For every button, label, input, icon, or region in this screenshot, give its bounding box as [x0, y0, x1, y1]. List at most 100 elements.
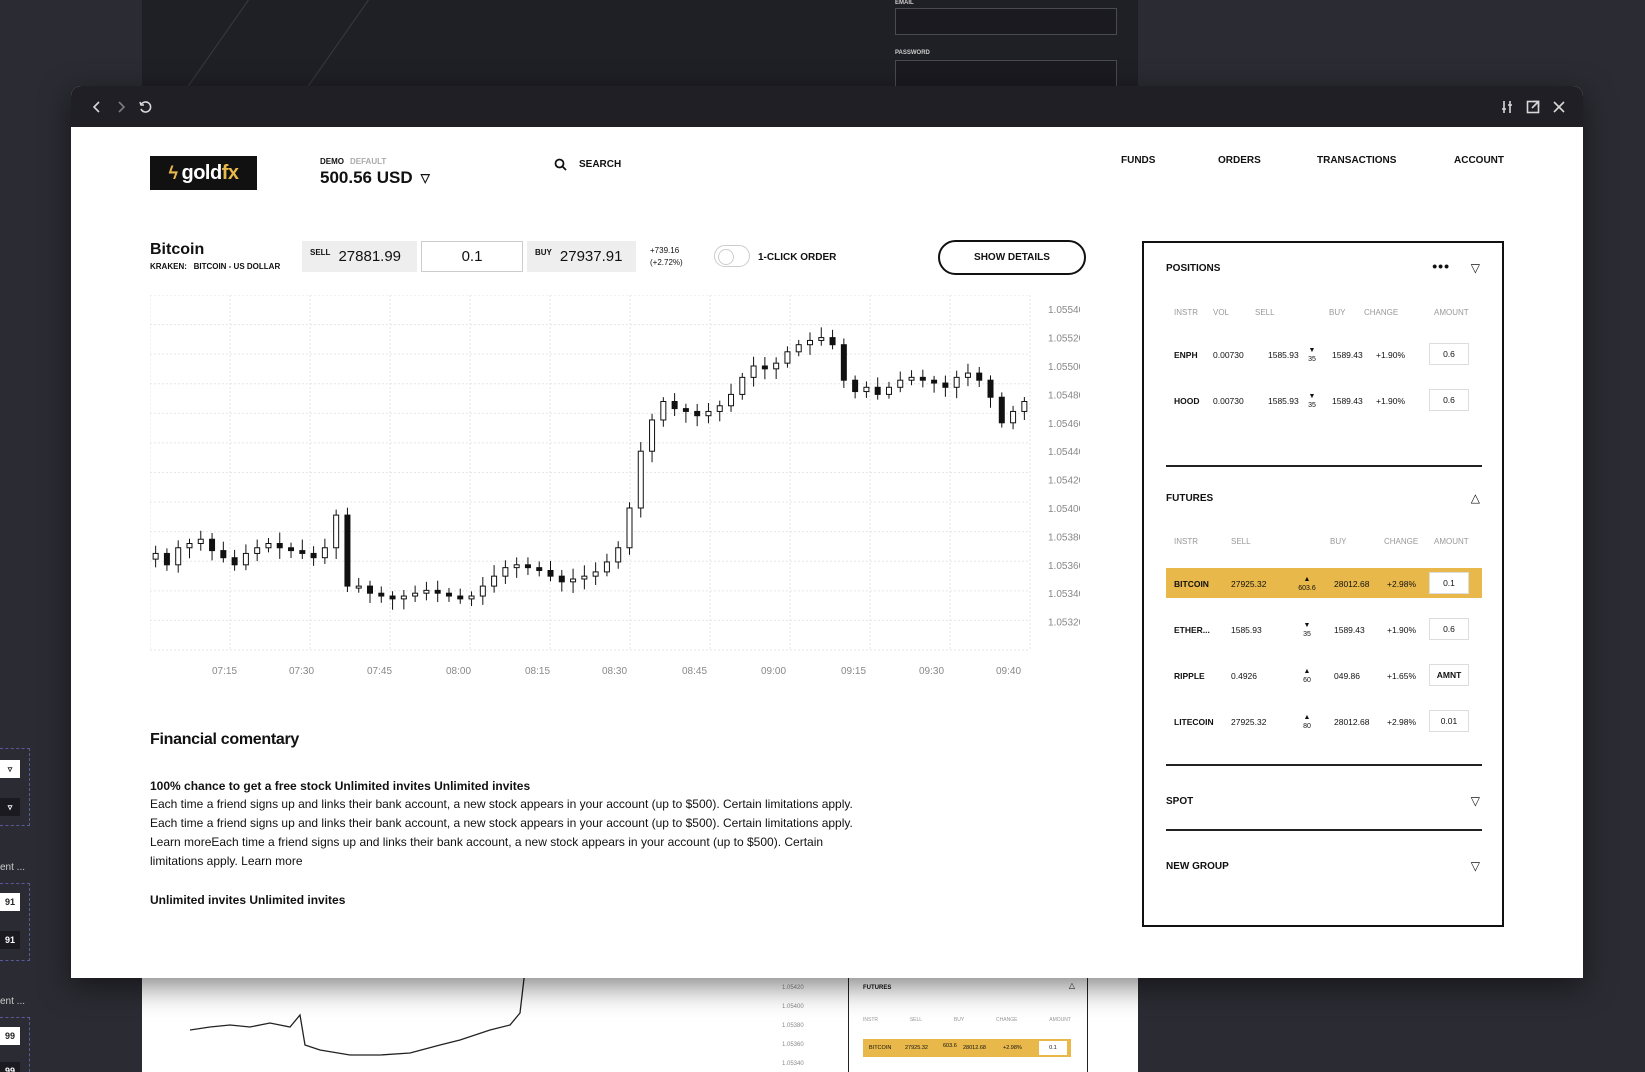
price-chart[interactable]: 1.05540 1.05520 1.05500 1.05480 1.05460 1.054… [150, 295, 1080, 690]
one-click-label: 1-CLICK ORDER [758, 252, 837, 263]
chevron-down-icon[interactable]: ▽ [1471, 794, 1480, 808]
candle-body [479, 585, 486, 597]
candle-body [908, 376, 915, 381]
amount-input[interactable]: 0.1 [1429, 572, 1469, 594]
search-label: SEARCH [579, 158, 622, 170]
candle-body [434, 589, 441, 594]
nav-orders[interactable]: ORDERS [1218, 155, 1261, 166]
new-group-title[interactable]: NEW GROUP [1166, 861, 1229, 872]
spot-title[interactable]: SPOT [1166, 796, 1193, 807]
y-tick-label: 1.05420 [1048, 476, 1080, 487]
candle-body [524, 564, 531, 569]
candle-body [400, 595, 407, 600]
commentary-footer: Unlimited invites Unlimited invites [150, 893, 346, 907]
nav-funds[interactable]: FUNDS [1121, 155, 1155, 166]
close-icon[interactable] [1551, 99, 1567, 115]
open-external-icon[interactable] [1525, 99, 1541, 115]
row-change: +1.90% [1376, 350, 1406, 360]
chevron-up-icon[interactable]: △ [1471, 491, 1480, 505]
candle-body [976, 372, 983, 381]
row-instr: RIPPLE [1174, 671, 1205, 681]
candle-body [728, 393, 735, 407]
account-selector[interactable]: DEMO DEFAULT 500.56 USD ▽ [320, 157, 430, 188]
candle-body [231, 557, 238, 566]
background-dropdown-icon: ▿ [0, 760, 20, 778]
y-tick-label: 1.05480 [1048, 390, 1080, 401]
chevron-down-icon[interactable]: ▽ [1471, 859, 1480, 873]
background-tick: 1.05400 [782, 1004, 804, 1010]
nav-account[interactable]: ACCOUNT [1454, 155, 1504, 166]
arrow-up-icon: ▲ [1303, 576, 1311, 583]
nav-transactions[interactable]: TRANSACTIONS [1317, 155, 1396, 166]
futures-title: FUTURES [1166, 493, 1214, 504]
background-tick: 1.05380 [782, 1023, 804, 1029]
amount-input[interactable]: 0.01 [1429, 710, 1469, 732]
x-tick-label: 07:30 [289, 666, 314, 677]
row-change: +1.90% [1387, 625, 1417, 635]
logo-bolt-icon: ϟ [168, 162, 178, 183]
tab-default[interactable]: DEFAULT [350, 157, 386, 166]
candle-body [254, 547, 261, 554]
candle-body [344, 514, 351, 587]
y-tick-label: 1.05440 [1048, 447, 1080, 458]
chevron-down-icon[interactable]: ▽ [421, 171, 430, 185]
more-icon[interactable]: ••• [1432, 258, 1450, 274]
candle-body [739, 376, 746, 395]
row-sell: 27925.32 [1231, 579, 1267, 589]
candle-body [152, 552, 159, 560]
background-tick: 1.05340 [782, 1061, 804, 1067]
amount-input[interactable]: 0.6 [1429, 389, 1469, 411]
background-password-label: PASSWORD [895, 50, 930, 56]
candle-body [784, 351, 791, 364]
row-vol: 0.00730 [1213, 396, 1244, 406]
amount-input[interactable]: 0.6 [1429, 343, 1469, 365]
reload-icon[interactable] [137, 99, 153, 115]
amount-input[interactable]: AMNT [1429, 664, 1469, 686]
forward-icon[interactable] [113, 99, 129, 115]
row-buy: 28012.68 [1334, 717, 1370, 727]
sell-label: SELL [310, 248, 331, 257]
adjust-icon[interactable] [1499, 99, 1515, 115]
candle-body [175, 547, 182, 566]
show-details-button[interactable]: SHOW DETAILS [938, 240, 1086, 275]
commentary-section: Financial comentary 100% chance to get a… [150, 731, 870, 907]
row-buy: 1589.43 [1332, 350, 1363, 360]
row-direction: ▼ 35 [1302, 392, 1322, 410]
candle-body [998, 396, 1005, 424]
row-spread: 603.6 [1298, 585, 1316, 592]
candle-body [773, 362, 780, 370]
search-bar[interactable]: SEARCH [554, 154, 621, 174]
col-instr: INSTR [1174, 308, 1198, 317]
candle-body [874, 386, 881, 395]
buy-price: 27937.91 [559, 248, 623, 265]
background-col: SELL [909, 1017, 923, 1023]
candle-body [570, 578, 577, 583]
instrument-pair: BITCOIN - US DOLLAR [193, 262, 281, 271]
candle-body [1010, 410, 1017, 424]
tab-demo[interactable]: DEMO [320, 157, 344, 166]
candle-body [942, 382, 949, 388]
back-icon[interactable] [89, 99, 105, 115]
background-futures-title: FUTURES [863, 985, 892, 991]
chevron-down-icon[interactable]: ▽ [1471, 261, 1480, 275]
search-icon [554, 158, 567, 171]
buy-button[interactable]: BUY 27937.91 [527, 241, 636, 272]
candle-body [660, 401, 667, 421]
one-click-toggle[interactable] [714, 245, 750, 267]
candle-body [863, 386, 870, 393]
amount-input[interactable]: 0.6 [1429, 618, 1469, 640]
candle-body [558, 575, 565, 583]
candle-body [378, 592, 385, 597]
row-buy: 28012.68 [1334, 579, 1370, 589]
candle-body [288, 547, 295, 552]
candle-body [931, 379, 938, 384]
candle-body [333, 514, 340, 549]
row-spread: 80 [1303, 723, 1311, 730]
brand-logo[interactable]: ϟ gold fx [150, 156, 257, 190]
candle-body [389, 595, 396, 600]
quantity-input[interactable]: 0.1 [421, 241, 523, 272]
candle-body [705, 410, 712, 417]
sell-button[interactable]: SELL 27881.99 [302, 241, 417, 272]
candle-body [964, 372, 971, 378]
candle-body [321, 547, 328, 559]
